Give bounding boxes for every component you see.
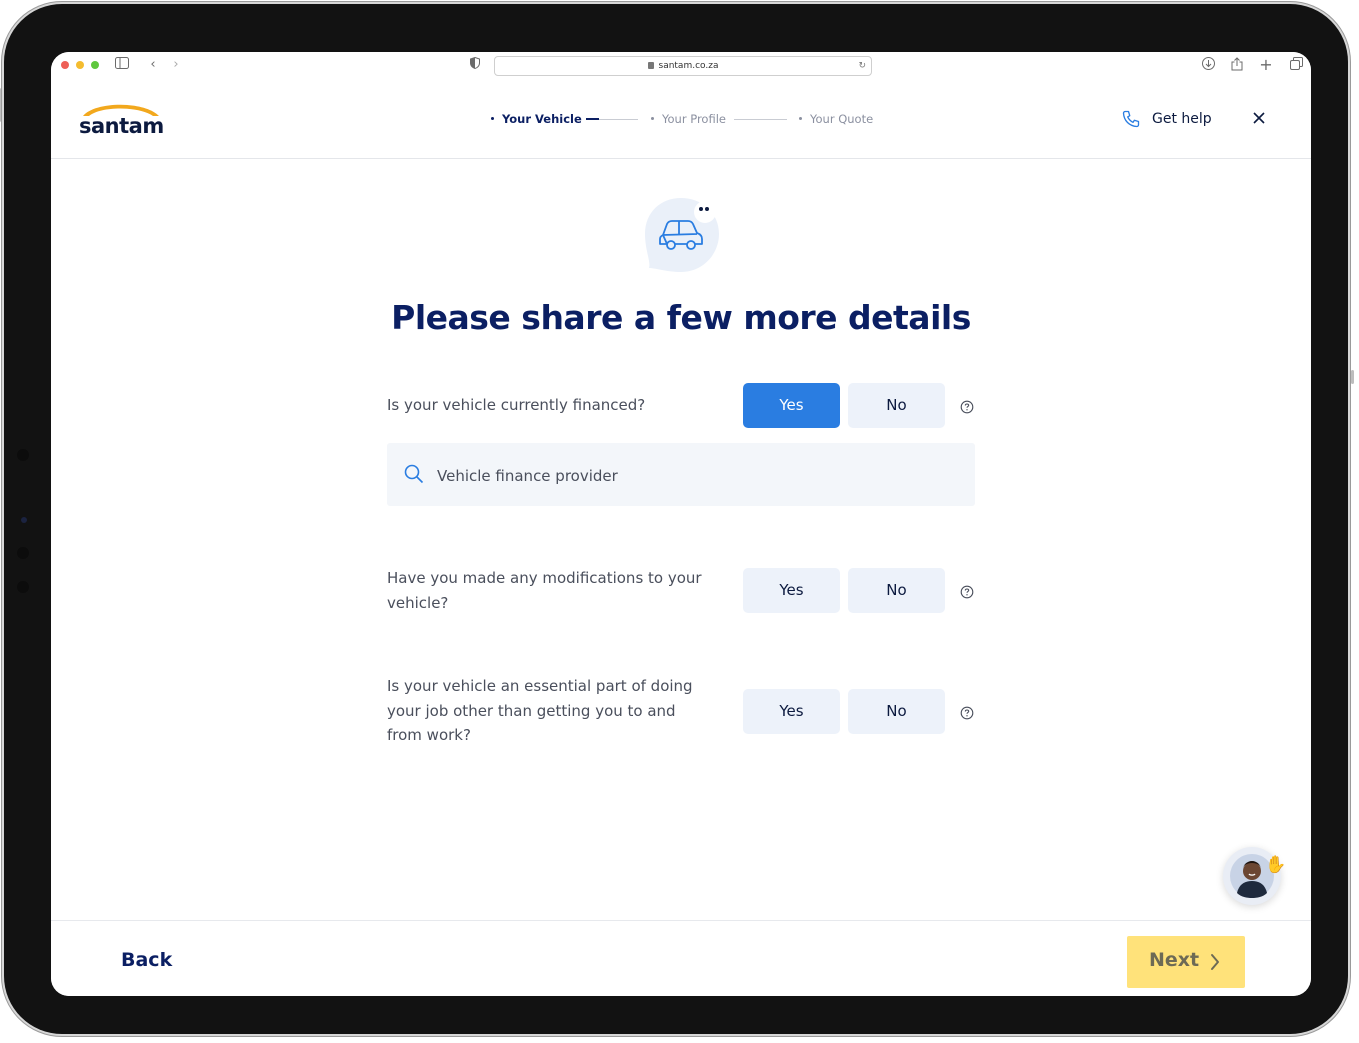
side-sensor <box>17 581 29 593</box>
step-connector-progress <box>586 118 599 120</box>
modifications-yes-button[interactable]: Yes <box>743 568 840 613</box>
step-dot <box>651 117 654 120</box>
download-icon[interactable] <box>1200 57 1216 73</box>
close-window-button[interactable] <box>61 61 69 69</box>
financed-yes-button[interactable]: Yes <box>743 383 840 428</box>
search-icon <box>404 464 424 484</box>
lock-icon <box>647 62 654 69</box>
financed-no-button[interactable]: No <box>848 383 945 428</box>
modifications-no-button[interactable]: No <box>848 568 945 613</box>
sidebar-icon[interactable] <box>114 57 130 73</box>
step-your-vehicle[interactable]: Your Vehicle <box>491 112 582 126</box>
maximize-window-button[interactable] <box>91 61 99 69</box>
chevron-right-icon <box>1211 954 1219 970</box>
side-sensor <box>17 547 29 559</box>
step-dot <box>799 117 802 120</box>
step-connector <box>734 119 787 120</box>
tablet-frame: ‹ › santam.co.za ↻ + santam Your Vehicle… <box>0 4 1354 1034</box>
screen: ‹ › santam.co.za ↻ + santam Your Vehicle… <box>51 52 1311 996</box>
forward-arrow-icon[interactable]: › <box>168 57 184 73</box>
get-help-label: Get help <box>1152 111 1212 127</box>
volume-button <box>0 88 1 122</box>
footer-nav: Back Next <box>51 920 1311 996</box>
santam-logo[interactable]: santam <box>79 102 164 138</box>
step-label: Your Vehicle <box>502 112 582 126</box>
question-essential-job-label: Is your vehicle an essential part of doi… <box>387 677 693 744</box>
next-label: Next <box>1149 949 1200 971</box>
back-arrow-icon[interactable]: ‹ <box>145 57 161 73</box>
privacy-shield-icon[interactable] <box>467 56 483 73</box>
essential-job-no-button[interactable]: No <box>848 689 945 734</box>
next-button[interactable]: Next <box>1127 936 1245 988</box>
phone-icon <box>1122 110 1140 128</box>
modifications-help-icon[interactable] <box>960 584 974 599</box>
power-button <box>1351 370 1354 384</box>
reload-icon[interactable]: ↻ <box>858 57 866 75</box>
share-icon[interactable] <box>1229 57 1245 73</box>
question-financed-label: Is your vehicle currently financed? <box>387 396 646 414</box>
new-tab-icon[interactable]: + <box>1258 57 1274 73</box>
side-sensor <box>17 449 29 461</box>
page-title: Please share a few more details <box>391 298 971 337</box>
step-label: Your Quote <box>810 112 874 126</box>
essential-job-yes-button[interactable]: Yes <box>743 689 840 734</box>
financed-help-icon[interactable] <box>960 399 974 414</box>
waving-hand-icon: ✋ <box>1265 855 1287 875</box>
back-button[interactable]: Back <box>121 949 172 971</box>
minimize-window-button[interactable] <box>76 61 84 69</box>
finance-provider-search[interactable] <box>387 443 975 508</box>
step-your-quote[interactable]: Your Quote <box>799 112 873 126</box>
step-dot <box>491 117 494 120</box>
question-modifications-label: Have you made any modifications to your … <box>387 569 702 612</box>
url-text: santam.co.za <box>658 61 719 71</box>
step-label: Your Profile <box>662 112 726 126</box>
tabs-overview-icon[interactable] <box>1288 57 1304 73</box>
site-header: santam Your Vehicle Your Profile Your Qu… <box>51 78 1311 159</box>
essential-job-help-icon[interactable] <box>960 705 974 720</box>
car-chat-icon <box>641 196 721 276</box>
step-your-profile[interactable]: Your Profile <box>651 112 726 126</box>
close-icon[interactable] <box>1251 110 1267 126</box>
logo-wordmark: santam <box>79 114 164 138</box>
address-bar[interactable]: santam.co.za ↻ <box>494 56 872 76</box>
front-camera <box>21 517 27 523</box>
browser-toolbar: ‹ › santam.co.za ↻ + <box>51 52 1311 78</box>
finance-provider-input[interactable] <box>435 443 959 508</box>
